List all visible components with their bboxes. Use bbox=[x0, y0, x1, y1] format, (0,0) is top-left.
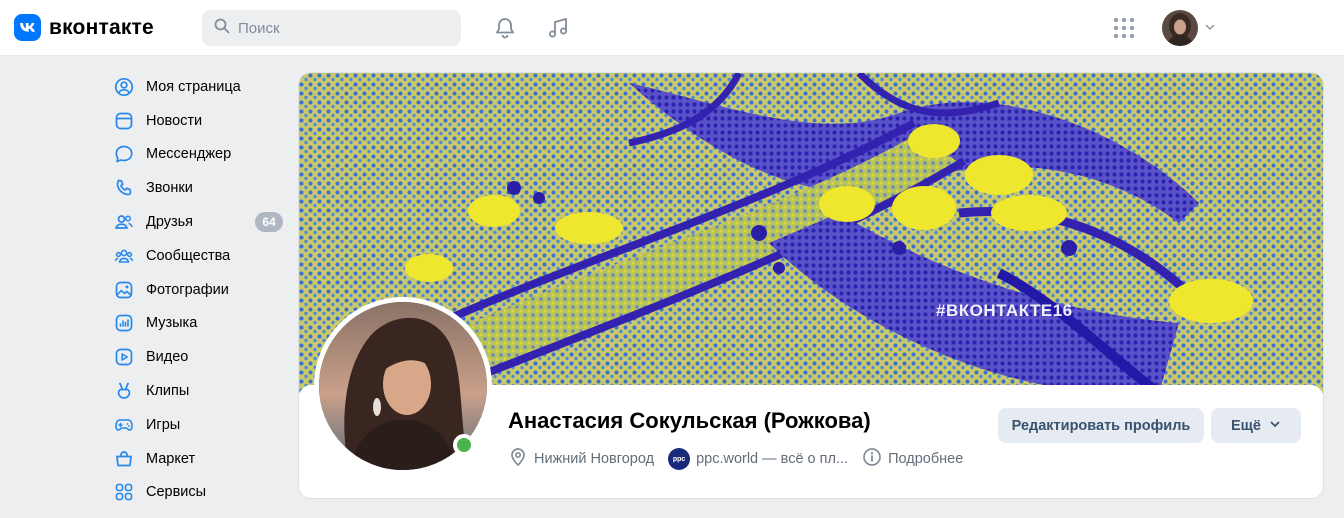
sidebar-item-label: Клипы bbox=[146, 383, 190, 400]
sidebar-item-label: Видео bbox=[146, 349, 189, 366]
music-note-icon[interactable] bbox=[543, 13, 573, 43]
sidebar-item-photos[interactable]: Фотографии bbox=[108, 273, 288, 307]
sidebar-item-label: Музыка bbox=[146, 315, 198, 332]
chevron-down-icon bbox=[1269, 418, 1281, 434]
sidebar-item-label: Моя страница bbox=[146, 78, 241, 95]
search-box[interactable] bbox=[202, 10, 461, 46]
sidebar-item-label: Сервисы bbox=[146, 484, 207, 501]
vk-logo[interactable]: вконтакте bbox=[14, 14, 154, 41]
sidebar-item-label: Фотографии bbox=[146, 281, 229, 298]
sidebar-item-messenger[interactable]: Мессенджер bbox=[108, 138, 288, 172]
user-circle-icon bbox=[114, 77, 134, 97]
sidebar-item-label: Звонки bbox=[146, 180, 193, 197]
sidebar-item-label: Сообщества bbox=[146, 247, 231, 264]
communities-icon bbox=[114, 246, 134, 266]
photo-icon bbox=[114, 280, 134, 300]
friends-icon bbox=[114, 212, 134, 232]
left-navigation: Моя страница Новости Мессенджер Звонки Д… bbox=[108, 70, 288, 509]
sidebar-item-communities[interactable]: Сообщества bbox=[108, 239, 288, 273]
notifications-bell-icon[interactable] bbox=[490, 13, 520, 43]
music-icon bbox=[114, 313, 134, 333]
profile-details-link[interactable]: Подробнее bbox=[862, 447, 963, 471]
cover-hashtag: #ВКОНТАКТЕ16 bbox=[936, 301, 1073, 320]
city-text: Нижний Новгород bbox=[534, 451, 655, 467]
profile-city: Нижний Новгород bbox=[508, 447, 654, 471]
services-icon bbox=[114, 482, 134, 502]
top-header: вконтакте bbox=[0, 0, 1344, 56]
online-status-indicator bbox=[453, 434, 475, 456]
more-button-label: Ещё bbox=[1231, 417, 1261, 434]
phone-icon bbox=[114, 178, 134, 198]
job-text: ppc.world — всё о пл... bbox=[696, 451, 849, 467]
sidebar-item-calls[interactable]: Звонки bbox=[108, 171, 288, 205]
sidebar-item-news[interactable]: Новости bbox=[108, 104, 288, 138]
sidebar-item-games[interactable]: Игры bbox=[108, 408, 288, 442]
sidebar-item-label: Друзья bbox=[146, 214, 194, 231]
gamepad-icon bbox=[114, 415, 134, 435]
edit-profile-button[interactable]: Редактировать профиль bbox=[998, 408, 1204, 443]
sidebar-item-market[interactable]: Маркет bbox=[108, 442, 288, 476]
video-icon bbox=[114, 347, 134, 367]
more-button[interactable]: Ещё bbox=[1211, 408, 1301, 443]
search-icon bbox=[214, 18, 230, 39]
news-icon bbox=[114, 111, 134, 131]
chevron-down-icon[interactable] bbox=[1204, 20, 1216, 38]
logo-text: вконтакте bbox=[49, 15, 154, 39]
location-pin-icon bbox=[508, 447, 528, 471]
vk-logo-icon bbox=[14, 14, 41, 41]
sidebar-item-clips[interactable]: Клипы bbox=[108, 374, 288, 408]
profile-card: #ВКОНТАКТЕ16 Анастасия Сокульская (Рожко… bbox=[299, 73, 1323, 498]
sidebar-item-services[interactable]: Сервисы bbox=[108, 476, 288, 510]
market-icon bbox=[114, 449, 134, 469]
clips-icon bbox=[114, 381, 134, 401]
sidebar-item-label: Новости bbox=[146, 112, 203, 129]
message-icon bbox=[114, 144, 134, 164]
sidebar-item-my-page[interactable]: Моя страница bbox=[108, 70, 288, 104]
friends-count-badge: 64 bbox=[255, 212, 283, 233]
sidebar-item-music[interactable]: Музыка bbox=[108, 307, 288, 341]
sidebar-item-label: Маркет bbox=[146, 450, 196, 467]
profile-meta: Нижний Новгород ppc ppc.world — всё о пл… bbox=[508, 447, 977, 471]
sidebar-item-video[interactable]: Видео bbox=[108, 340, 288, 374]
profile-job-link[interactable]: ppc ppc.world — всё о пл... bbox=[668, 448, 848, 470]
search-input[interactable] bbox=[238, 19, 448, 37]
sidebar-item-label: Мессенджер bbox=[146, 146, 232, 163]
sidebar-item-label: Игры bbox=[146, 416, 181, 433]
sidebar-item-friends[interactable]: Друзья 64 bbox=[108, 205, 288, 239]
profile-name: Анастасия Сокульская (Рожкова) bbox=[508, 408, 871, 433]
info-icon bbox=[862, 447, 882, 471]
details-text: Подробнее bbox=[888, 451, 964, 467]
avatar[interactable] bbox=[1162, 10, 1198, 46]
ppc-world-logo: ppc bbox=[668, 448, 691, 470]
apps-grid-icon[interactable] bbox=[1113, 17, 1135, 39]
